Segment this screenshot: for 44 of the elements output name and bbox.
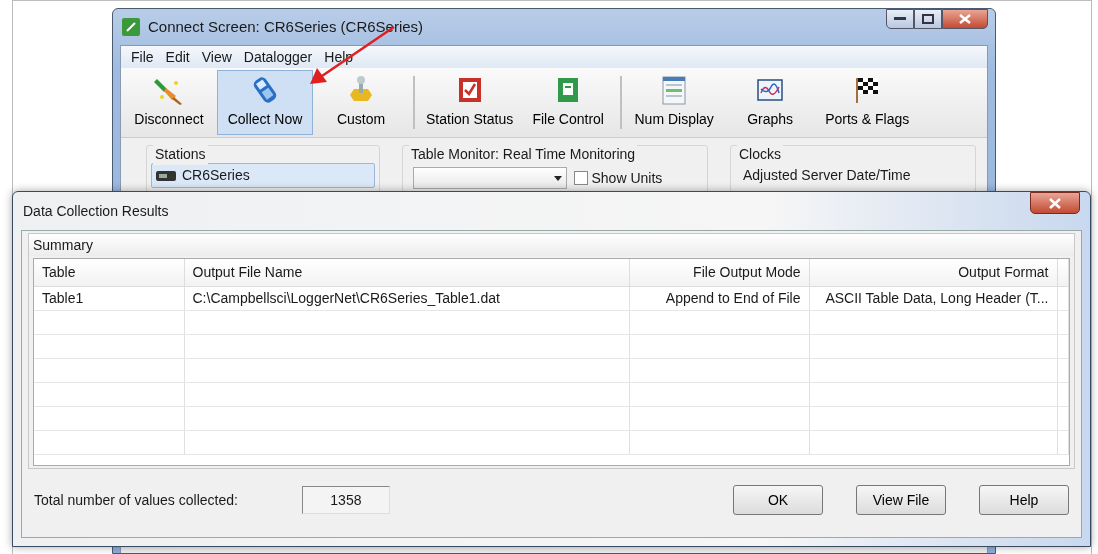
caret-icon [554,175,562,181]
menu-item[interactable]: File [125,46,160,68]
close-icon [1048,197,1062,209]
app-icon [122,18,140,36]
table-cell: ASCII Table Data, Long Header (T... [809,286,1057,310]
toolbar-button[interactable]: Graphs [722,70,819,135]
column-header[interactable]: File Output Mode [629,259,809,286]
dialog-button[interactable]: Help [979,485,1069,515]
station-item[interactable]: CR6Series [151,163,375,188]
dialog-title: Data Collection Results [23,201,169,221]
close-icon [959,14,971,24]
minimize-button[interactable] [886,9,914,29]
menu-item[interactable]: Datalogger [237,46,319,68]
close-button[interactable] [942,9,988,29]
dialog-button[interactable]: View File [856,485,946,515]
menu-item[interactable]: Edit [159,46,196,68]
table-cell: Append to End of File [629,286,809,310]
total-label: Total number of values collected: [34,490,238,510]
group-label: Table Monitor: Real Time Monitoring [409,144,638,165]
maximize-button[interactable] [914,9,942,29]
toolbar-button[interactable]: Station Status [419,70,521,135]
toolbar-button[interactable]: Ports & Flags [818,70,917,135]
dropdown[interactable] [413,167,567,189]
column-header[interactable]: Output Format [809,259,1057,286]
table-cell: Table1 [34,286,184,310]
maximize-icon [922,14,934,24]
dialog-button[interactable]: OK [733,485,823,515]
group-label: Stations [153,144,208,165]
datalogger-icon [156,170,176,181]
value-field: 1358 [301,486,390,514]
clock-label: Adjusted Server Date/Time [743,166,912,185]
column-header[interactable]: Table [34,259,184,286]
checkbox[interactable]: Show Units [574,167,663,189]
toolbar-button[interactable]: Disconnect [121,70,217,135]
toolbar-button[interactable]: Collect Now [217,70,313,135]
minimize-icon [894,17,906,21]
toolbar-button[interactable]: File Control [520,70,617,135]
toolbar-button[interactable]: Num Display [626,70,723,135]
group-label: Summary [33,235,93,255]
column-header[interactable]: Output File Name [184,259,629,286]
table-cell: C:\Campbellsci\LoggerNet\CR6Series_Table1.dat [184,286,629,310]
close-button[interactable] [1030,192,1080,214]
menu-item[interactable]: View [195,46,238,68]
window-title: Connect Screen: CR6Series (CR6Series) [148,16,424,37]
